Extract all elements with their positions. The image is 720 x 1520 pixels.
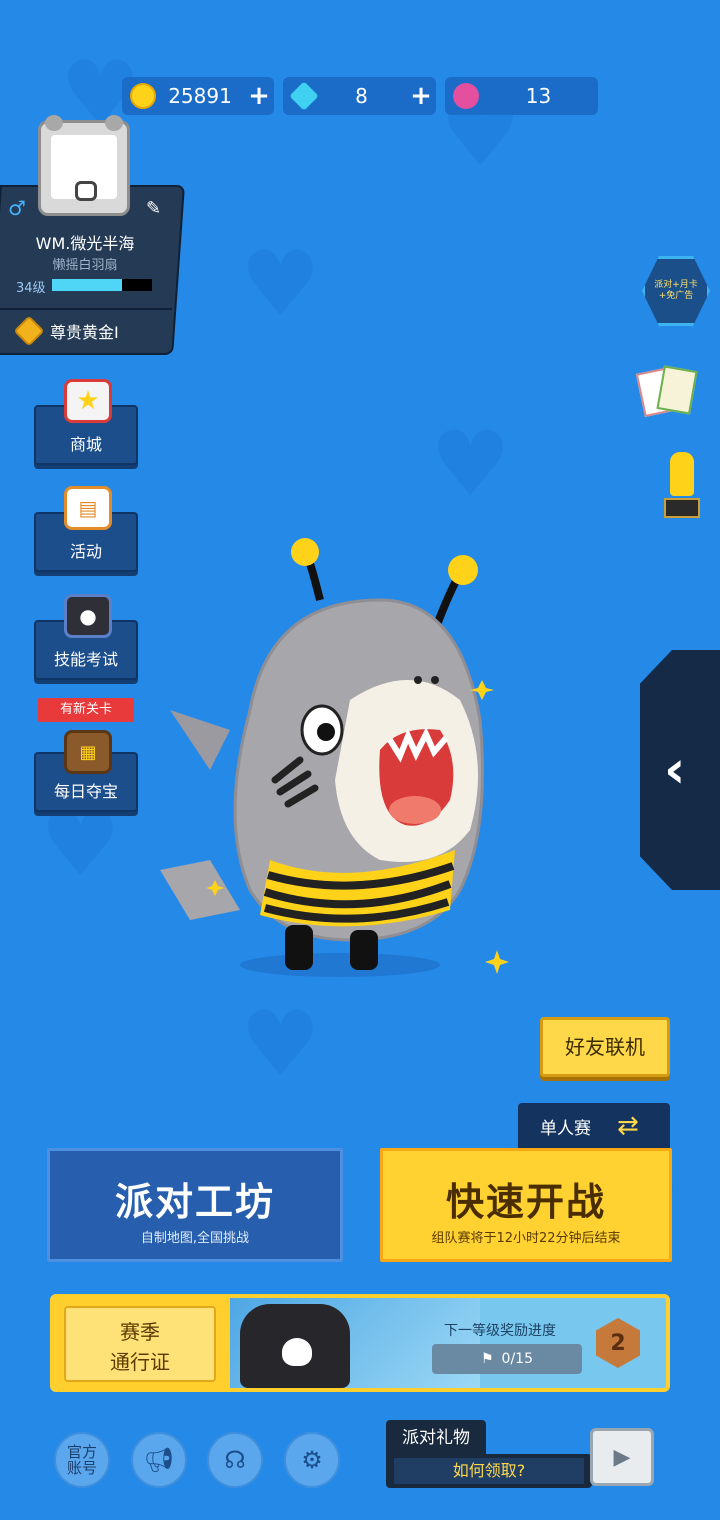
party-gift-bar: 如何领取? (386, 1454, 592, 1488)
skill-test-icon: ● (64, 594, 112, 638)
heart-pattern-icon: ♥ (430, 412, 511, 517)
quick-start-button[interactable]: 快速开战 组队赛将于12小时22分钟后结束 (380, 1148, 672, 1262)
settings-button[interactable]: ⚙ (284, 1432, 340, 1488)
gold-rank-icon (13, 315, 45, 347)
season-level-badge: 2 (596, 1318, 640, 1368)
trophy-figure (670, 452, 694, 496)
official-account-line2: 账号 (66, 1459, 97, 1477)
add-coin-button[interactable]: + (244, 81, 274, 111)
new-level-tag: 有新关卡 (38, 698, 134, 722)
party-workshop-subtitle: 自制地图,全国挑战 (140, 1231, 250, 1246)
coin-icon (130, 83, 156, 109)
coin-counter[interactable]: 25891 + (122, 77, 274, 115)
monthly-card-button[interactable]: 派对+月卡 +免广告 (642, 256, 710, 326)
reward-progress-value: 0/15 (501, 1351, 533, 1367)
token-counter[interactable]: 13 (445, 77, 598, 115)
level-progress-bar (52, 279, 152, 291)
party-gift-howto[interactable]: 如何领取? (394, 1458, 584, 1484)
coin-value: 25891 (168, 84, 232, 108)
rank-label: 尊贵黄金I (50, 323, 119, 342)
edit-pencil-icon[interactable]: ✎ (146, 198, 161, 219)
party-gift-title: 派对礼物 (386, 1420, 486, 1456)
treasure-chest-icon: ▦ (64, 730, 112, 774)
quick-start-title: 快速开战 (445, 1180, 606, 1224)
avatar[interactable] (38, 115, 130, 216)
daily-treasure-label: 每日夺宝 (53, 782, 118, 801)
gem-counter[interactable]: 8 + (283, 77, 436, 115)
trophy-icon[interactable] (660, 452, 704, 520)
skull-icon (282, 1338, 312, 1366)
quick-start-subtitle: 组队赛将于12小时22分钟后结束 (431, 1231, 621, 1246)
rank-badge[interactable]: 尊贵黄金I (0, 308, 172, 352)
events-label: 活动 (69, 542, 102, 561)
level-progress-fill (52, 279, 122, 291)
season-pass-label-area: 赛季 通行证 (54, 1298, 230, 1388)
male-icon: ♂ (8, 196, 26, 220)
add-gem-button[interactable]: + (406, 81, 436, 111)
monthly-card-label: 派对+月卡 +免广告 (654, 280, 698, 301)
events-button[interactable]: ▤ 活动 (34, 486, 138, 572)
friends-online-button[interactable]: 好友联机 (540, 1017, 670, 1077)
heart-pattern-icon: ♥ (240, 232, 321, 337)
player-title: 懒摇白羽扇 (52, 258, 118, 273)
calendar-icon: ▤ (64, 486, 112, 530)
video-chest-icon[interactable]: ▶ (590, 1428, 654, 1486)
player-nickname: WM.微光半海 (35, 234, 135, 253)
party-workshop-button[interactable]: 派对工坊 自制地图,全国挑战 (47, 1148, 343, 1262)
season-pass-banner[interactable]: 赛季 通行证 下一等级奖励进度 ⚑ 0/15 2 (50, 1294, 670, 1392)
lotus-icon (453, 83, 479, 109)
heart-pattern-icon: ♥ (240, 992, 321, 1097)
party-gift-panel[interactable]: 派对礼物 如何领取? (386, 1420, 592, 1488)
player-level: 34级 (16, 281, 46, 296)
season-pass-label-line2: 通行证 (110, 1350, 170, 1374)
megaphone-icon: 📢︎ (143, 1446, 175, 1474)
skill-test-label: 技能考试 (53, 650, 118, 669)
skill-test-button[interactable]: ● 技能考试 (34, 594, 138, 680)
headset-icon: ☊ (224, 1446, 246, 1474)
gem-value: 8 (355, 84, 368, 108)
avatar-nose (75, 181, 97, 201)
official-account-button[interactable]: 官方 账号 (54, 1432, 110, 1488)
avatar-ear (105, 115, 123, 131)
sparkle-icon (485, 950, 509, 974)
card-back (656, 365, 698, 415)
shark-character (160, 538, 494, 977)
shop-label: 商城 (69, 435, 102, 454)
announcement-button[interactable]: 📢︎ (131, 1432, 187, 1488)
customer-service-button[interactable]: ☊ (207, 1432, 263, 1488)
reward-progress-title: 下一等级奖励进度 (444, 1323, 556, 1339)
cards-icon[interactable] (635, 365, 698, 418)
heart-pattern-icon: ♥ (40, 792, 121, 897)
season-pass-label-line1: 赛季 (120, 1320, 160, 1344)
switch-icon: ⇄ (617, 1111, 639, 1141)
flag-icon: ⚑ (480, 1351, 494, 1367)
trophy-base (664, 498, 700, 518)
mode-switch-button[interactable]: 单人赛 ⇄ (518, 1103, 670, 1149)
side-drawer-toggle[interactable]: ‹ (640, 650, 720, 890)
daily-treasure-button[interactable]: ▦ 每日夺宝 (34, 730, 138, 812)
reward-progress-bar: ⚑ 0/15 (432, 1344, 582, 1374)
season-pass-label-box: 赛季 通行证 (64, 1306, 216, 1382)
shop-button[interactable]: ★ 商城 (34, 379, 138, 465)
avatar-ear (45, 115, 63, 131)
shop-icon: ★ (64, 379, 112, 423)
gear-icon: ⚙ (301, 1446, 323, 1474)
chevron-left-icon: ‹ (664, 740, 686, 800)
token-value: 13 (525, 84, 552, 108)
party-workshop-title: 派对工坊 (114, 1180, 275, 1224)
official-account-line1: 官方 (66, 1443, 97, 1461)
mode-label: 单人赛 (540, 1118, 591, 1139)
diamond-icon (289, 81, 319, 111)
